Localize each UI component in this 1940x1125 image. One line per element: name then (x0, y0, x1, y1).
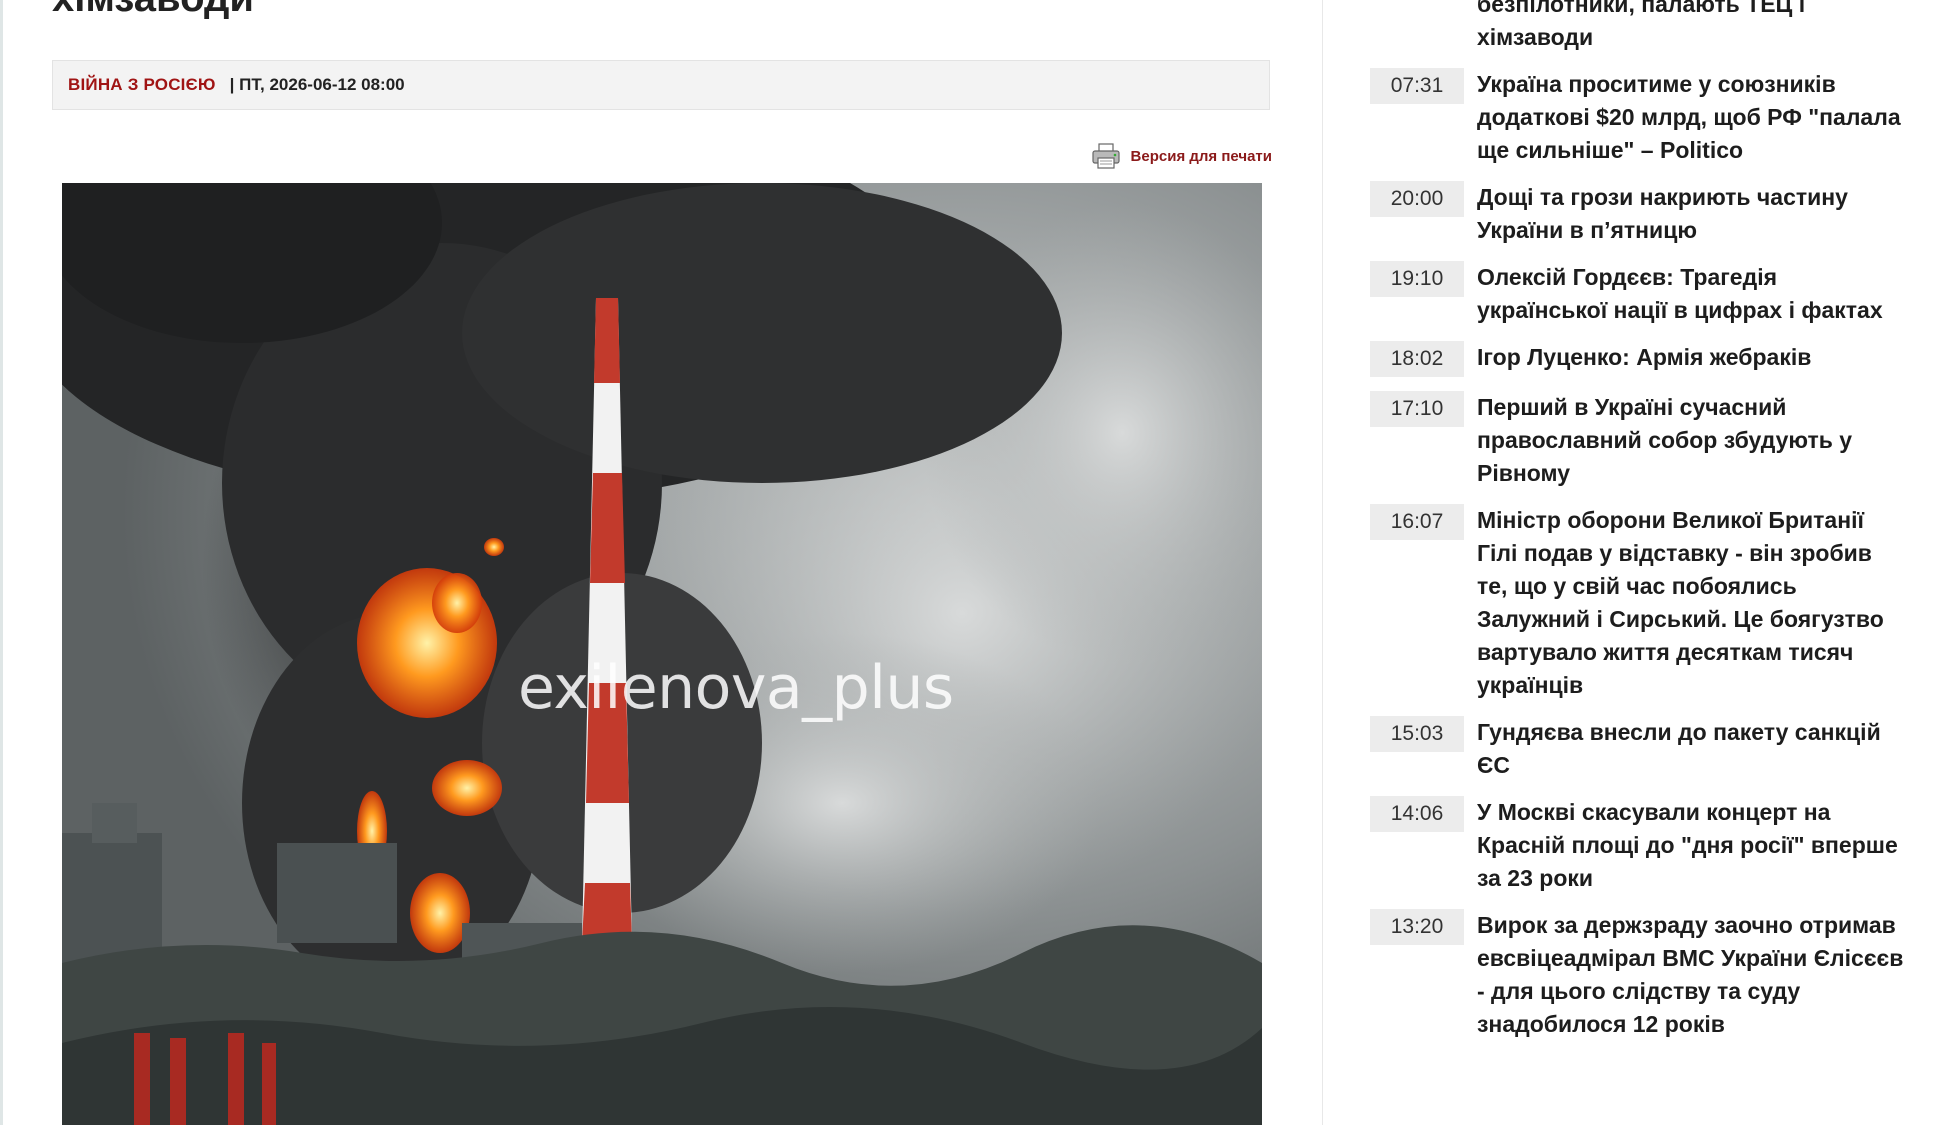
news-time: 13:20 (1370, 909, 1464, 945)
news-item[interactable]: 13:20 Вирок за держзраду заочно отримав … (1370, 909, 1930, 1041)
news-title-link[interactable]: У Москві скасували концерт на Красній пл… (1477, 796, 1907, 895)
column-divider (1322, 0, 1323, 1125)
news-item[interactable]: 20:00 Дощі та грози накриють частину Укр… (1370, 181, 1930, 247)
news-title-link[interactable]: Вирок за держзраду заочно отримав евсвіц… (1477, 909, 1907, 1041)
news-item[interactable]: 16:07 Міністр оборони Великої Британії Г… (1370, 504, 1930, 702)
news-item[interactable]: 15:03 Гундяєва внесли до пакету санкцій … (1370, 716, 1930, 782)
news-title-link[interactable]: Україна проситиме у союзників додаткові … (1477, 68, 1907, 167)
article-meta-bar: ВІЙНА З РОСІЄЮ | ПТ, 2026-06-12 08:00 (52, 60, 1270, 110)
news-item[interactable]: 18:02 Ігор Луценко: Армія жебраків (1370, 341, 1930, 377)
news-title-link[interactable]: Олексій Гордєєв: Трагедія української на… (1477, 261, 1907, 327)
news-title-link[interactable]: Перший в Україні сучасний православний с… (1477, 391, 1907, 490)
news-time: 15:03 (1370, 716, 1464, 752)
category-link[interactable]: ВІЙНА З РОСІЄЮ (68, 75, 216, 95)
news-time: 14:06 (1370, 796, 1464, 832)
news-time: 07:31 (1370, 68, 1464, 104)
printer-icon (1091, 143, 1120, 169)
news-time: 19:10 (1370, 261, 1464, 297)
news-title-link[interactable]: Гундяєва внесли до пакету санкцій ЄС (1477, 716, 1907, 782)
news-title-link[interactable]: Міністр оборони Великої Британії Гілі по… (1477, 504, 1907, 702)
article-headline: хімзаводи (52, 0, 254, 18)
news-time: 16:07 (1370, 504, 1464, 540)
print-version-link[interactable]: Версия для печати (1091, 142, 1272, 170)
news-feed-sidebar: безпілотники, палають ТЕЦ і хімзаводи 07… (1370, 0, 1930, 1055)
publish-date: | ПТ, 2026-06-12 08:00 (229, 75, 405, 94)
news-item[interactable]: 14:06 У Москві скасували концерт на Крас… (1370, 796, 1930, 895)
news-title-link[interactable]: Дощі та грози накриють частину України в… (1477, 181, 1907, 247)
news-item[interactable]: 07:31 Україна проситиме у союзників дода… (1370, 68, 1930, 167)
news-item[interactable]: 17:10 Перший в Україні сучасний правосла… (1370, 391, 1930, 490)
article-main: хімзаводи ВІЙНА З РОСІЄЮ | ПТ, 2026-06-1… (52, 0, 1272, 1125)
page-left-border (0, 0, 3, 1125)
news-item[interactable]: 19:10 Олексій Гордєєв: Трагедія українсь… (1370, 261, 1930, 327)
news-title-link[interactable]: безпілотники, палають ТЕЦ і хімзаводи (1477, 0, 1907, 54)
news-time: 20:00 (1370, 181, 1464, 217)
news-time: 18:02 (1370, 341, 1464, 377)
news-title-link[interactable]: Ігор Луценко: Армія жебраків (1477, 341, 1907, 374)
news-item[interactable]: безпілотники, палають ТЕЦ і хімзаводи (1370, 0, 1930, 54)
print-version-label: Версия для печати (1130, 147, 1272, 165)
news-time: 17:10 (1370, 391, 1464, 427)
article-photo[interactable]: exilenova_plus (62, 183, 1262, 1125)
photo-watermark: exilenova_plus (518, 653, 954, 723)
